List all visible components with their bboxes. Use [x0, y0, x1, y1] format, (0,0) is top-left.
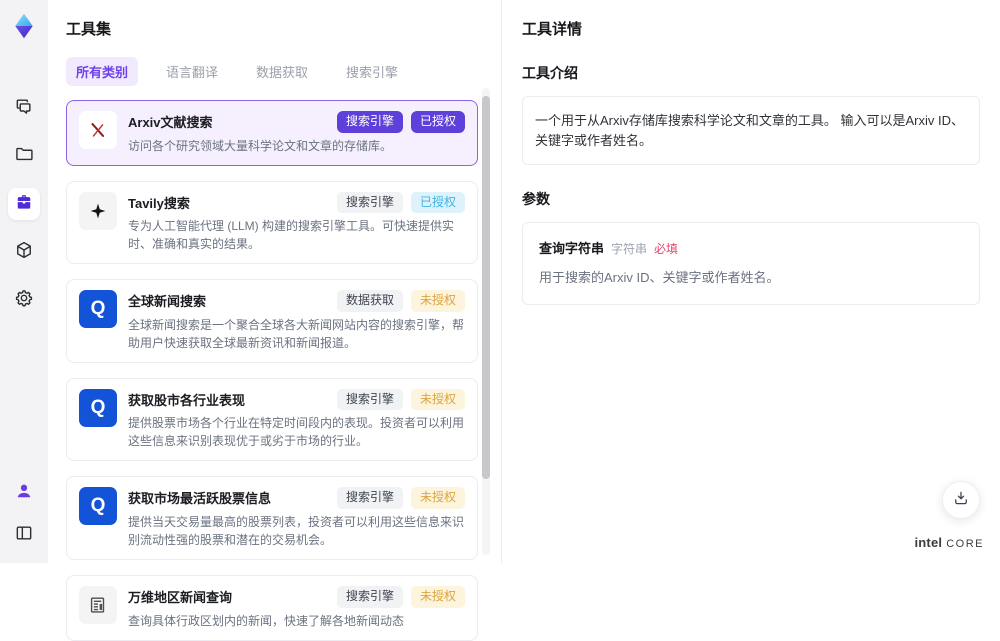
category-badge: 搜索引擎: [337, 192, 403, 214]
newspaper-icon: [79, 586, 117, 624]
app-logo: [10, 12, 38, 40]
param-description: 用于搜索的Arxiv ID、关键字或作者姓名。: [539, 267, 963, 286]
tool-card-global-news[interactable]: Q 全球新闻搜索 数据获取 未授权 全球新闻搜索是一个聚合全球各大新闻网站内容的…: [66, 279, 478, 363]
tool-card-tavily[interactable]: Tavily搜索 搜索引擎 已授权 专为人工智能代理 (LLM) 构建的搜索引擎…: [66, 181, 478, 265]
category-tabs: 所有类别 语言翻译 数据获取 搜索引擎: [66, 57, 501, 86]
tool-card-regional-news[interactable]: 万维地区新闻查询 搜索引擎 未授权 查询具体行政区划内的新闻，快速了解各地新闻动…: [66, 575, 478, 641]
tool-list: Arxiv文献搜索 搜索引擎 已授权 访问各个研究领域大量科学论文和文章的存储库…: [66, 100, 478, 641]
tool-name: 全球新闻搜索: [128, 290, 206, 310]
q-search-icon: Q: [79, 290, 117, 328]
user-icon: [14, 481, 34, 506]
category-badge: 搜索引擎: [337, 487, 403, 509]
params-heading: 参数: [522, 189, 980, 209]
tab-all-categories[interactable]: 所有类别: [66, 57, 138, 86]
sidebar-rail: [0, 0, 48, 563]
q-search-icon: Q: [79, 487, 117, 525]
arxiv-icon: [79, 111, 117, 149]
sidebar-item-settings[interactable]: [8, 284, 40, 316]
tool-card-arxiv[interactable]: Arxiv文献搜索 搜索引擎 已授权 访问各个研究领域大量科学论文和文章的存储库…: [66, 100, 478, 166]
sidebar-item-chat[interactable]: [8, 92, 40, 124]
auth-status-badge: 未授权: [411, 290, 465, 312]
intro-heading: 工具介绍: [522, 63, 980, 83]
list-scrollbar[interactable]: [482, 88, 490, 555]
tool-name: 获取股市各行业表现: [128, 389, 245, 409]
tool-intro-text: 一个用于从Arxiv存储库搜索科学论文和文章的工具。 输入可以是Arxiv ID…: [522, 96, 980, 165]
category-badge: 数据获取: [337, 290, 403, 312]
tool-card-active-stocks[interactable]: Q 获取市场最活跃股票信息 搜索引擎 未授权 提供当天交易量最高的股票列表，投资…: [66, 476, 478, 560]
category-badge: 搜索引擎: [337, 586, 403, 608]
auth-status-badge: 已授权: [411, 111, 465, 133]
param-name: 查询字符串: [539, 238, 604, 257]
tool-name: Tavily搜索: [128, 192, 190, 212]
sidebar-item-files[interactable]: [8, 140, 40, 172]
q-search-icon: Q: [79, 389, 117, 427]
category-badge: 搜索引擎: [337, 389, 403, 411]
tool-description: 查询具体行政区划内的新闻，快速了解各地新闻动态: [128, 612, 465, 630]
tool-description: 全球新闻搜索是一个聚合全球各大新闻网站内容的搜索引擎，帮助用户快速获取全球最新资…: [128, 316, 465, 352]
param-type: 字符串: [611, 240, 647, 257]
briefcase-icon: [14, 192, 34, 217]
auth-status-badge: 已授权: [411, 192, 465, 214]
auth-status-badge: 未授权: [411, 586, 465, 608]
tab-language-translation[interactable]: 语言翻译: [156, 57, 228, 86]
category-badge: 搜索引擎: [337, 111, 403, 133]
download-button[interactable]: [942, 481, 980, 519]
tool-card-sector-performance[interactable]: Q 获取股市各行业表现 搜索引擎 未授权 提供股票市场各个行业在特定时间段内的表…: [66, 378, 478, 462]
tool-description: 提供当天交易量最高的股票列表，投资者可以利用这些信息来识别流动性强的股票和潜在的…: [128, 513, 465, 549]
gear-icon: [14, 288, 34, 313]
cube-icon: [14, 240, 34, 265]
sidebar-item-tools[interactable]: [8, 188, 40, 220]
folder-icon: [14, 144, 34, 169]
param-required-flag: 必填: [654, 240, 678, 257]
download-icon: [952, 489, 970, 512]
tool-name: 获取市场最活跃股票信息: [128, 487, 271, 507]
parameter-card: 查询字符串 字符串 必填 用于搜索的Arxiv ID、关键字或作者姓名。: [522, 222, 980, 305]
user-avatar-button[interactable]: [8, 477, 40, 509]
tab-data-acquisition[interactable]: 数据获取: [246, 57, 318, 86]
tab-search-engine[interactable]: 搜索引擎: [336, 57, 408, 86]
collapse-panel-button[interactable]: [8, 519, 40, 551]
intel-wordmark: intel: [914, 535, 942, 550]
tool-details-panel: 工具详情 工具介绍 一个用于从Arxiv存储库搜索科学论文和文章的工具。 输入可…: [501, 0, 1000, 563]
details-title: 工具详情: [522, 18, 980, 39]
tool-name: Arxiv文献搜索: [128, 111, 213, 131]
page-title: 工具集: [66, 18, 501, 39]
sparkle-icon: [79, 192, 117, 230]
intel-core-logo: intel CORE: [914, 535, 984, 550]
auth-status-badge: 未授权: [411, 487, 465, 509]
panel-layout-icon: [14, 523, 34, 548]
tools-panel: 工具集 所有类别 语言翻译 数据获取 搜索引擎 Arxiv文献搜索 搜索引擎 已…: [48, 0, 501, 563]
core-wordmark: CORE: [946, 538, 984, 550]
tool-name: 万维地区新闻查询: [128, 586, 232, 606]
sidebar-item-models[interactable]: [8, 236, 40, 268]
tool-description: 提供股票市场各个行业在特定时间段内的表现。投资者可以利用这些信息来识别表现优于或…: [128, 414, 465, 450]
chat-icon: [14, 96, 34, 121]
tool-description: 专为人工智能代理 (LLM) 构建的搜索引擎工具。可快速提供实时、准确和真实的结…: [128, 217, 465, 253]
auth-status-badge: 未授权: [411, 389, 465, 411]
tool-description: 访问各个研究领域大量科学论文和文章的存储库。: [128, 137, 465, 155]
scrollbar-thumb[interactable]: [482, 96, 490, 479]
